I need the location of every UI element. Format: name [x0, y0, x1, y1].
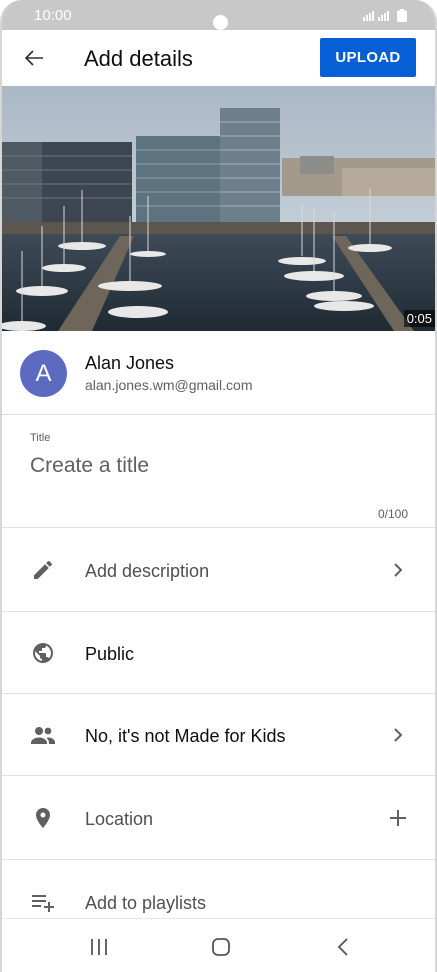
account-name: Alan Jones: [85, 353, 175, 373]
phone-screen: 10:00 Add details UPLOAD 0:05 A Alan Jon…: [0, 0, 437, 972]
video-thumbnail[interactable]: 0:05: [2, 86, 435, 331]
title-label: Title: [30, 432, 51, 444]
add-description-label: Add description: [85, 561, 210, 581]
playlist-add-icon: [29, 888, 57, 916]
camera-cutout: [213, 15, 228, 30]
plus-icon[interactable]: [384, 804, 412, 832]
recents-icon[interactable]: [85, 933, 113, 961]
location-label: Location: [85, 809, 154, 829]
account-email: alan.jones.wm@gmail.com: [85, 377, 253, 393]
upload-button[interactable]: UPLOAD: [320, 38, 416, 77]
made-for-kids-label: No, it's not Made for Kids: [85, 726, 286, 746]
visibility-row[interactable]: Public: [2, 612, 435, 694]
status-icons: [363, 8, 407, 22]
video-duration: 0:05: [403, 310, 435, 327]
nav-back-icon[interactable]: [330, 933, 358, 961]
chevron-right-icon: [384, 556, 412, 584]
people-icon: [29, 721, 57, 749]
battery-icon: [397, 8, 407, 22]
account-row[interactable]: A Alan Jones alan.jones.wm@gmail.com: [2, 331, 435, 415]
page-title: Add details: [84, 46, 193, 71]
visibility-label: Public: [85, 644, 135, 664]
made-for-kids-row[interactable]: No, it's not Made for Kids: [2, 694, 435, 776]
title-char-counter: 0/100: [377, 507, 408, 521]
location-pin-icon: [29, 804, 57, 832]
location-row[interactable]: Location: [2, 776, 435, 860]
pencil-icon: [29, 556, 57, 584]
avatar: A: [20, 350, 67, 397]
system-nav-bar: [2, 918, 435, 972]
status-time: 10:00: [34, 6, 72, 24]
home-icon[interactable]: [207, 933, 235, 961]
title-input[interactable]: [30, 451, 410, 481]
globe-icon: [29, 639, 57, 667]
add-to-playlists-label: Add to playlists: [85, 893, 207, 913]
title-field-container: Title 0/100: [2, 415, 435, 528]
chevron-right-icon: [384, 721, 412, 749]
arrow-back-icon[interactable]: [18, 42, 50, 74]
app-bar: Add details UPLOAD: [2, 30, 435, 86]
signal-icon: [363, 11, 389, 21]
add-description-row[interactable]: Add description: [2, 528, 435, 612]
